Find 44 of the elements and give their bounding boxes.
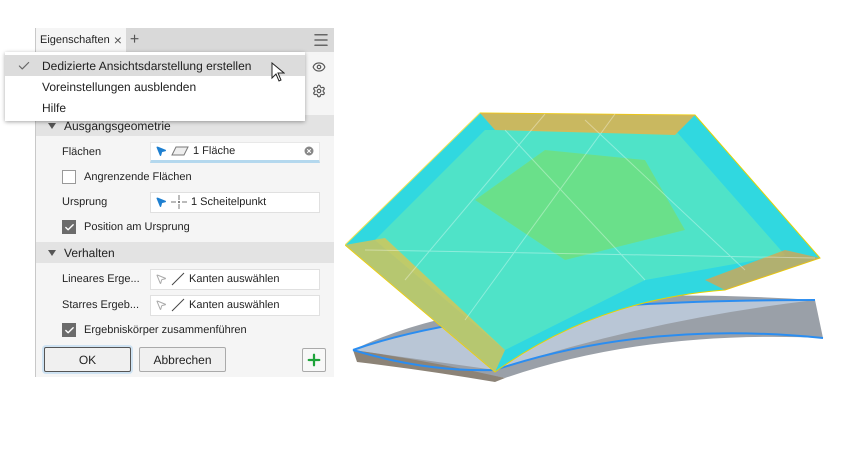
field-label: Starres Ergeb... [62,298,140,313]
check-icon [64,222,74,232]
dialog-button[interactable]: Abbrechen [139,347,226,372]
add-button[interactable] [302,348,326,372]
checkbox-label: Position am Ursprung [84,220,190,235]
checkbox-label: Angrenzende Flächen [84,170,192,185]
field-value: 1 Scheitelpunkt [191,194,268,210]
menu-item[interactable]: Voreinstellungen ausblenden [5,76,305,97]
settings-icon[interactable] [312,84,326,98]
field-label: Ursprung [62,194,108,210]
checkbox[interactable] [62,220,76,234]
checkbox[interactable] [62,170,76,184]
selection-field[interactable]: Kanten auswählen [150,268,320,290]
field-label: Lineares Erge... [62,272,141,287]
plus-icon [305,350,323,368]
properties-tab[interactable]: Eigenschaften × [36,28,126,52]
selection-field[interactable]: 1 Fläche [150,142,320,162]
menu-icon[interactable] [312,31,330,49]
tab-label: Eigenschaften [40,32,110,48]
field-label: Flächen [62,144,102,160]
selection-field[interactable]: 1 Scheitelpunkt [150,192,320,212]
crosshair-icon [171,195,187,209]
add-tab-icon[interactable]: + [130,32,140,48]
checkbox-label: Ergebniskörper zusammenführen [84,322,247,338]
cursor-icon [271,62,285,82]
expand-icon [48,250,56,256]
section-title: Verhalten [64,244,115,262]
line-icon [171,272,185,286]
field-value: Kanten auswählen [189,272,281,287]
selection-field[interactable]: Kanten auswählen [150,294,320,316]
dialog-button[interactable]: OK [44,347,131,372]
checkbox[interactable] [62,323,76,337]
section-header[interactable]: Verhalten [36,242,334,263]
line-icon [171,298,185,312]
section-title: Ausgangsgeometrie [64,118,171,134]
menu-item[interactable]: Dedizierte Ansichtsdarstellung erstellen [5,55,305,76]
clear-icon [303,145,315,157]
field-value: 1 Fläche [193,144,236,159]
field-value: Kanten auswählen [189,298,281,313]
eye-icon[interactable] [312,60,326,74]
face-icon [171,146,189,156]
menu-item[interactable]: Hilfe [5,97,305,118]
close-icon[interactable]: × [114,33,122,47]
check-icon [64,324,74,336]
